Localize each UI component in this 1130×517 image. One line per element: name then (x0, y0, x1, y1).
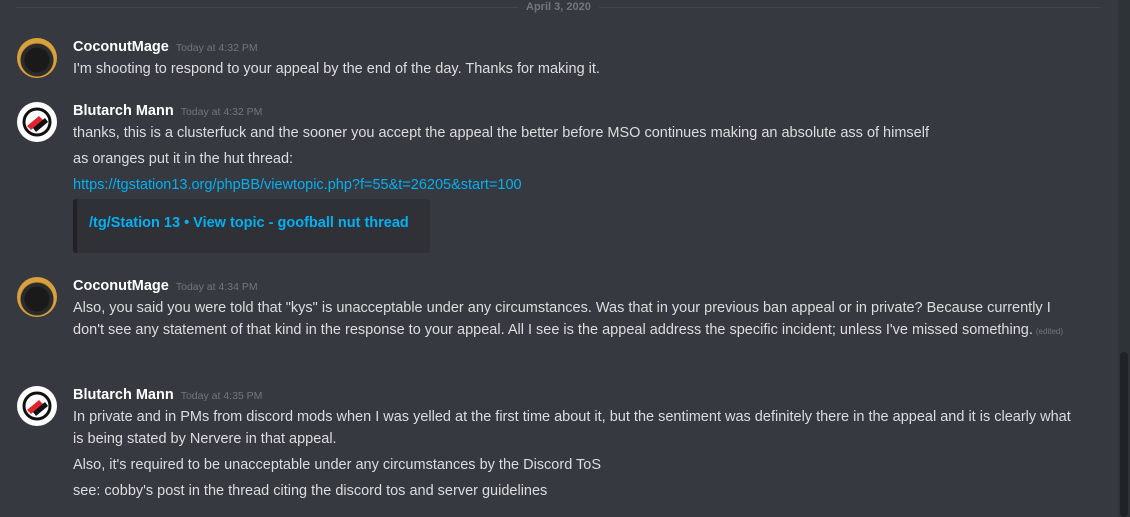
message-author[interactable]: CoconutMage Today at 4:34 PM (73, 277, 258, 296)
embed-title[interactable]: /tg/Station 13 • View topic - goofball n… (89, 215, 409, 231)
scrollbar-thumb[interactable] (1120, 352, 1128, 517)
blutarch-avatar[interactable] (17, 386, 57, 426)
coconutmage-avatar[interactable] (17, 277, 57, 317)
message-timestamp: Today at 4:32 PM (175, 42, 258, 54)
antifa-flag-icon (22, 107, 52, 137)
antifa-flag-icon (22, 391, 52, 421)
message-link-line: https://tgstation13.org/phpBB/viewtopic.… (73, 174, 522, 196)
message-author[interactable]: Blutarch Mann Today at 4:35 PM (73, 386, 262, 405)
message-timestamp: Today at 4:34 PM (175, 281, 258, 293)
message-timestamp: Today at 4:35 PM (180, 390, 263, 402)
message-text: I'm shooting to respond to your appeal b… (73, 61, 600, 77)
message-text: thanks, this is a clusterfuck and the so… (73, 125, 929, 141)
edited-marker: (edited) (1035, 327, 1063, 336)
message-timestamp: Today at 4:32 PM (180, 106, 263, 118)
message-link[interactable]: https://tgstation13.org/phpBB/viewtopic.… (73, 177, 522, 193)
blutarch-avatar[interactable] (17, 102, 57, 142)
message-text: as oranges put it in the hut thread: (73, 151, 294, 167)
message-text: see: cobby's post in the thread citing t… (73, 483, 548, 499)
message-author[interactable]: Blutarch Mann Today at 4:32 PM (73, 102, 262, 121)
coconutmage-avatar[interactable] (17, 38, 57, 78)
message-text: In private and in PMs from discord mods … (73, 409, 1071, 447)
date-divider-label: April 3, 2020 (518, 0, 599, 14)
message-text: Also, you said you were told that "kys" … (73, 300, 1063, 338)
message-author[interactable]: CoconutMage Today at 4:32 PM (73, 38, 258, 57)
link-embed: /tg/Station 13 • View topic - goofball n… (73, 199, 430, 253)
message-text: Also, it's required to be unacceptable u… (73, 457, 602, 473)
